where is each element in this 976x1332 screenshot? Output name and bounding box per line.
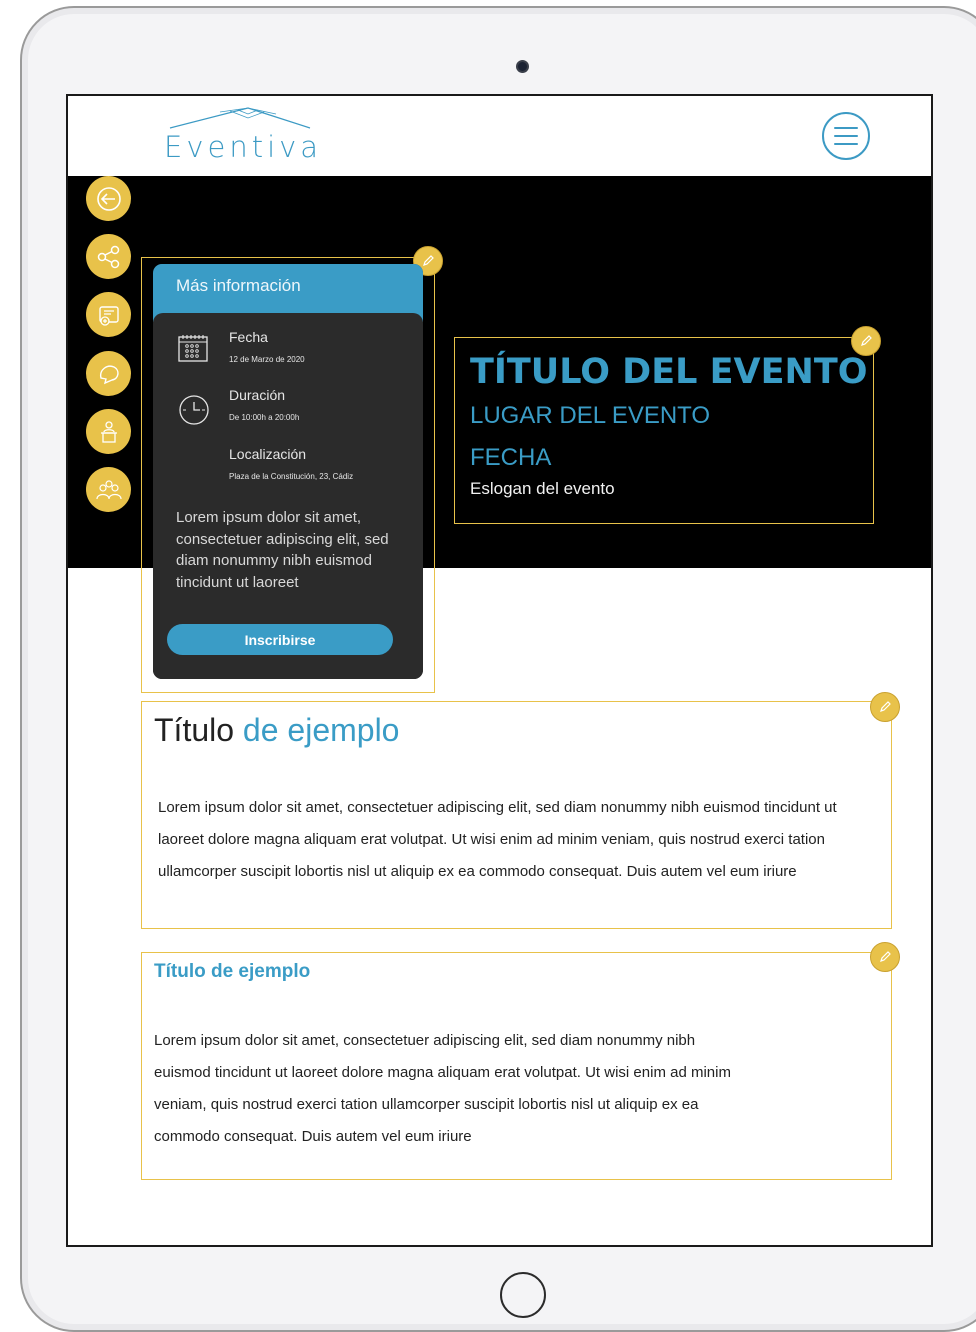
section1-text: Lorem ipsum dolor sit amet, consectetuer…	[158, 799, 837, 880]
section2-title: Título de ejemplo	[154, 961, 311, 982]
edit-event-button[interactable]	[851, 326, 881, 356]
audience-icon	[95, 479, 122, 499]
pencil-icon	[880, 951, 891, 962]
share-button[interactable]	[86, 234, 131, 279]
event-title: TÍTULO DEL EVENTO	[470, 352, 868, 392]
section1-title-part2: de ejemplo	[242, 712, 400, 748]
location-value: Plaza de la Constitución, 23, Cádiz	[229, 472, 354, 481]
screen: Eventiva TÍTULO DEL EVENTO LUGAR DEL EVE…	[66, 94, 933, 1247]
speaker-button[interactable]	[86, 409, 131, 454]
event-header-box[interactable]: TÍTULO DEL EVENTO LUGAR DEL EVENTO FECHA…	[454, 337, 874, 524]
event-slogan: Eslogan del evento	[470, 479, 615, 498]
pencil-icon	[880, 701, 891, 712]
pencil-icon	[861, 335, 872, 346]
ticket-button[interactable]	[86, 292, 131, 337]
menu-button[interactable]	[822, 112, 870, 160]
chat-button[interactable]	[86, 351, 131, 396]
podium-icon	[100, 420, 117, 443]
edit-section2-button[interactable]	[870, 942, 900, 972]
event-date: FECHA	[470, 444, 552, 471]
audience-button[interactable]	[86, 467, 131, 512]
date-label: Fecha	[229, 329, 268, 345]
camera-icon	[516, 60, 529, 73]
content-section-2[interactable]: Título de ejemplo Lorem ipsum dolor sit …	[141, 952, 892, 1180]
back-icon	[96, 186, 121, 211]
chat-icon	[99, 365, 119, 384]
section1-title-part1: Título	[154, 712, 235, 748]
edit-section1-button[interactable]	[870, 692, 900, 722]
header: Eventiva	[68, 96, 931, 176]
hamburger-icon	[834, 127, 858, 129]
section1-title: Título de ejemplo	[154, 712, 399, 749]
ticket-icon	[98, 305, 119, 326]
info-card-title: Más información	[176, 276, 301, 295]
home-button[interactable]	[500, 1272, 546, 1318]
info-card: Más información Fecha 12 de Marzo de 202…	[153, 264, 423, 679]
pencil-icon	[423, 255, 434, 266]
content-section-1[interactable]: Título de ejemplo Lorem ipsum dolor sit …	[141, 701, 892, 929]
back-button[interactable]	[86, 176, 131, 221]
hamburger-icon-line	[834, 135, 858, 137]
clock-icon	[177, 393, 211, 431]
duration-value: De 10:00h a 20:00h	[229, 413, 300, 422]
location-label: Localización	[229, 446, 307, 462]
date-value: 12 de Marzo de 2020	[229, 355, 305, 364]
calendar-icon	[177, 333, 211, 369]
event-place: LUGAR DEL EVENTO	[470, 402, 711, 429]
share-icon	[97, 245, 119, 268]
duration-label: Duración	[229, 387, 286, 403]
logo-text: Eventiva	[164, 130, 323, 164]
section2-text: Lorem ipsum dolor sit amet, consectetuer…	[154, 1032, 731, 1145]
info-description: Lorem ipsum dolor sit amet, consectetuer…	[176, 509, 389, 591]
subscribe-button[interactable]: Inscribirse	[167, 624, 393, 655]
hamburger-icon-line	[834, 143, 858, 145]
logo[interactable]: Eventiva	[160, 102, 323, 164]
